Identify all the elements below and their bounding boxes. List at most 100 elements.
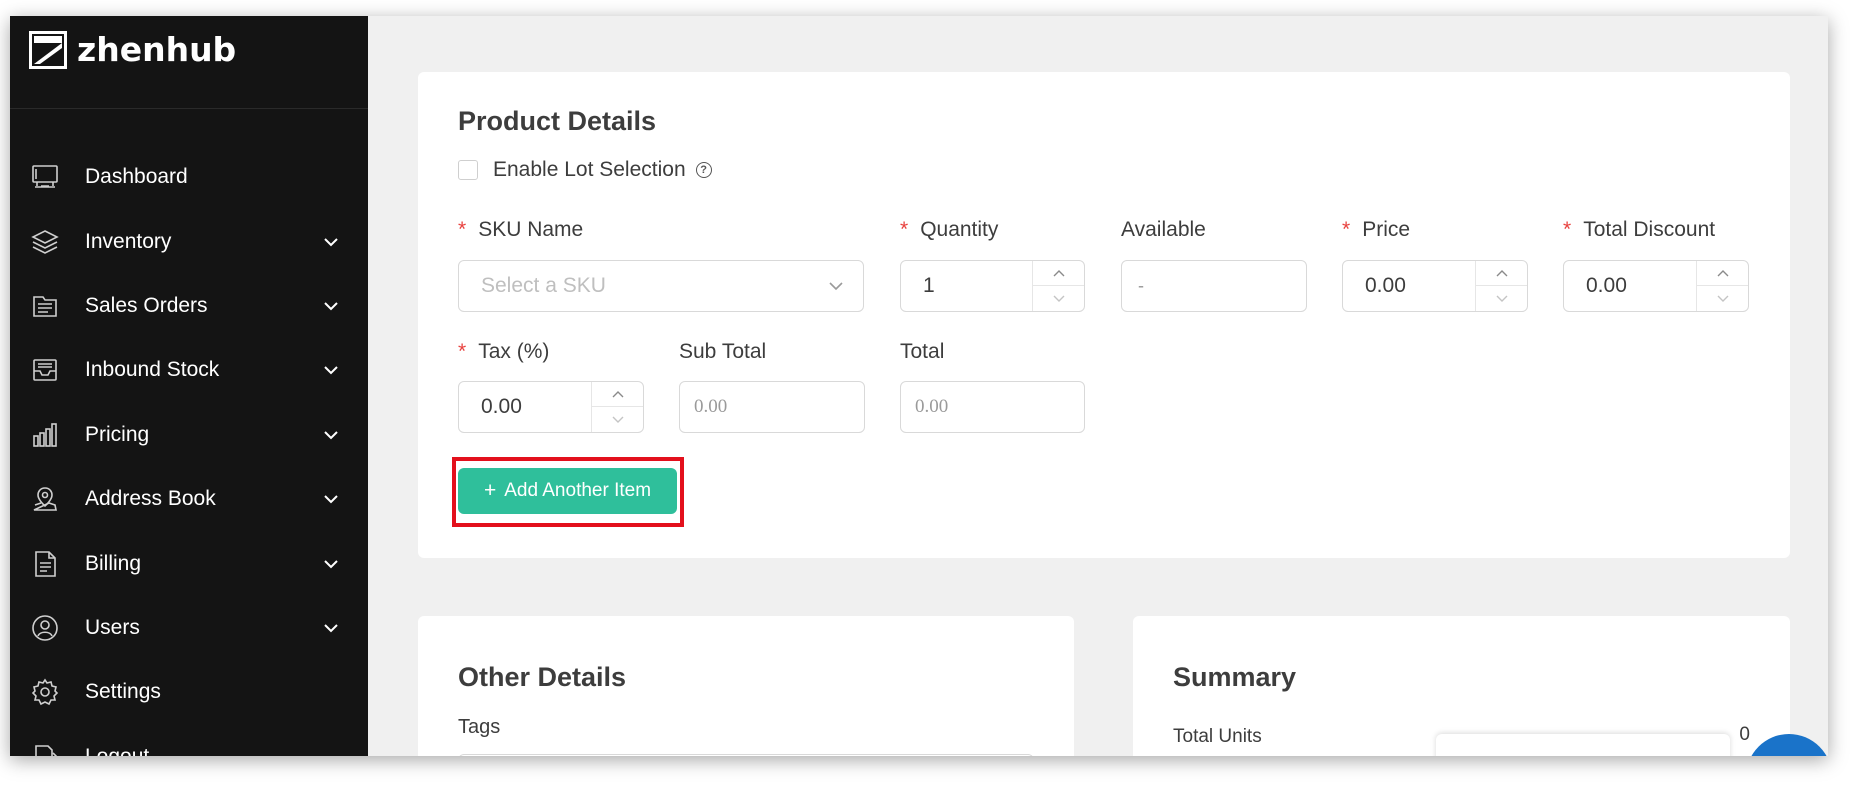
other-details-card: Other Details Tags (418, 616, 1074, 756)
tax-label-text: Tax (%) (478, 340, 550, 363)
decrement-button[interactable] (592, 407, 643, 432)
inbox-icon (29, 354, 61, 386)
product-details-title: Product Details (458, 106, 657, 136)
sidebar-divider (10, 108, 368, 109)
sidebar-item-label: Inbound Stock (85, 358, 220, 382)
folder-icon (29, 290, 61, 322)
sidebar-item-inbound-stock[interactable]: Inbound Stock (10, 338, 368, 402)
chevron-up-icon (612, 391, 623, 398)
chevron-down-icon (324, 302, 338, 311)
quantity-value: 1 (923, 274, 935, 297)
chevron-down-icon (324, 431, 338, 440)
total-discount-stepper[interactable]: 0.00 (1563, 260, 1749, 312)
sidebar-item-billing[interactable]: Billing (10, 531, 368, 595)
gear-icon (29, 676, 61, 708)
add-another-item-button[interactable]: + Add Another Item (458, 468, 677, 514)
lot-selection-checkbox[interactable] (458, 160, 478, 180)
decrement-button[interactable] (1033, 286, 1084, 311)
plus-icon: + (483, 479, 497, 502)
sub-total-value: 0.00 (694, 396, 728, 417)
tax-value: 0.00 (481, 395, 522, 418)
tags-input[interactable] (458, 754, 1034, 756)
increment-button[interactable] (1033, 261, 1084, 286)
sidebar-item-sales-orders[interactable]: Sales Orders (10, 274, 368, 338)
other-details-title: Other Details (458, 662, 627, 692)
chevron-down-icon (324, 237, 338, 246)
popup-panel (1436, 734, 1730, 756)
brand-name: zhenhub (77, 30, 237, 69)
price-label: * Price (1342, 218, 1410, 242)
sidebar-item-address-book[interactable]: Address Book (10, 467, 368, 531)
brand-logo[interactable]: zhenhub (29, 30, 236, 69)
sidebar-item-inventory[interactable]: Inventory (10, 209, 368, 273)
chevron-up-icon (1053, 270, 1064, 277)
chevron-down-icon (324, 559, 338, 568)
layers-icon (29, 226, 61, 258)
available-field: - (1121, 260, 1307, 312)
sidebar-item-users[interactable]: Users (10, 596, 368, 660)
total-discount-label: * Total Discount (1563, 218, 1715, 242)
sku-select[interactable]: Select a SKU (458, 260, 864, 312)
document-icon (29, 548, 61, 580)
chevron-down-icon (1053, 295, 1064, 302)
total-discount-label-text: Total Discount (1583, 218, 1716, 241)
price-label-text: Price (1362, 218, 1411, 241)
total-label: Total (900, 340, 945, 363)
sku-label-text: SKU Name (478, 218, 584, 241)
decrement-button[interactable] (1697, 286, 1748, 311)
increment-button[interactable] (592, 382, 643, 407)
sku-placeholder: Select a SKU (481, 274, 606, 297)
sub-total-label: Sub Total (679, 340, 767, 363)
add-another-item-label: Add Another Item (504, 480, 652, 501)
sidebar-nav: Dashboard Inventory Sales Orders Inbound… (10, 145, 368, 756)
price-stepper[interactable]: 0.00 (1342, 260, 1528, 312)
available-label: Available (1121, 218, 1206, 241)
sub-total-field: 0.00 (679, 381, 865, 433)
product-details-card: Product Details Enable Lot Selection ? *… (418, 72, 1790, 558)
sidebar-item-label: Settings (85, 680, 161, 704)
sidebar-item-pricing[interactable]: Pricing (10, 403, 368, 467)
chevron-down-icon (612, 416, 623, 423)
required-mark: * (1342, 218, 1351, 241)
chevron-down-icon (1496, 295, 1507, 302)
quantity-stepper-controls (1032, 261, 1084, 311)
sidebar-item-label: Billing (85, 551, 142, 575)
sidebar-item-label: Inventory (85, 229, 172, 253)
price-stepper-controls (1475, 261, 1527, 311)
sidebar-item-label: Users (85, 615, 140, 639)
sidebar-item-dashboard[interactable]: Dashboard (10, 145, 368, 209)
sidebar-item-label: Sales Orders (85, 293, 208, 317)
sidebar-item-logout[interactable]: Logout (10, 725, 368, 756)
chevron-down-icon (1717, 295, 1728, 302)
tags-label: Tags (458, 716, 501, 738)
map-pin-icon (29, 483, 61, 515)
tax-stepper-controls (591, 382, 643, 432)
app-window: zhenhub Dashboard Inventory Sales Orders… (10, 16, 1828, 756)
sidebar-item-label: Logout (85, 745, 149, 756)
chevron-down-icon (324, 624, 338, 633)
total-units-value: 0 (1739, 724, 1750, 745)
monitor-icon (29, 161, 61, 193)
sidebar-item-label: Address Book (85, 487, 216, 511)
total-discount-stepper-controls (1696, 261, 1748, 311)
increment-button[interactable] (1697, 261, 1748, 286)
total-field: 0.00 (900, 381, 1085, 433)
tax-stepper[interactable]: 0.00 (458, 381, 644, 433)
sidebar-item-settings[interactable]: Settings (10, 660, 368, 724)
increment-button[interactable] (1476, 261, 1527, 286)
required-mark: * (1563, 218, 1572, 241)
quantity-stepper[interactable]: 1 (900, 260, 1085, 312)
chevron-down-icon (324, 366, 338, 375)
required-mark: * (458, 340, 467, 363)
decrement-button[interactable] (1476, 286, 1527, 311)
bar-chart-icon (29, 419, 61, 451)
summary-title: Summary (1173, 662, 1297, 692)
sidebar-item-label: Pricing (85, 422, 150, 446)
lot-selection-label: Enable Lot Selection (493, 158, 686, 181)
logo-icon (29, 30, 67, 69)
lot-selection-row: Enable Lot Selection ? (458, 158, 712, 182)
sidebar: zhenhub Dashboard Inventory Sales Orders… (10, 16, 368, 756)
help-icon[interactable]: ? (695, 162, 712, 178)
price-value: 0.00 (1365, 274, 1406, 297)
sku-label: * SKU Name (458, 218, 583, 242)
